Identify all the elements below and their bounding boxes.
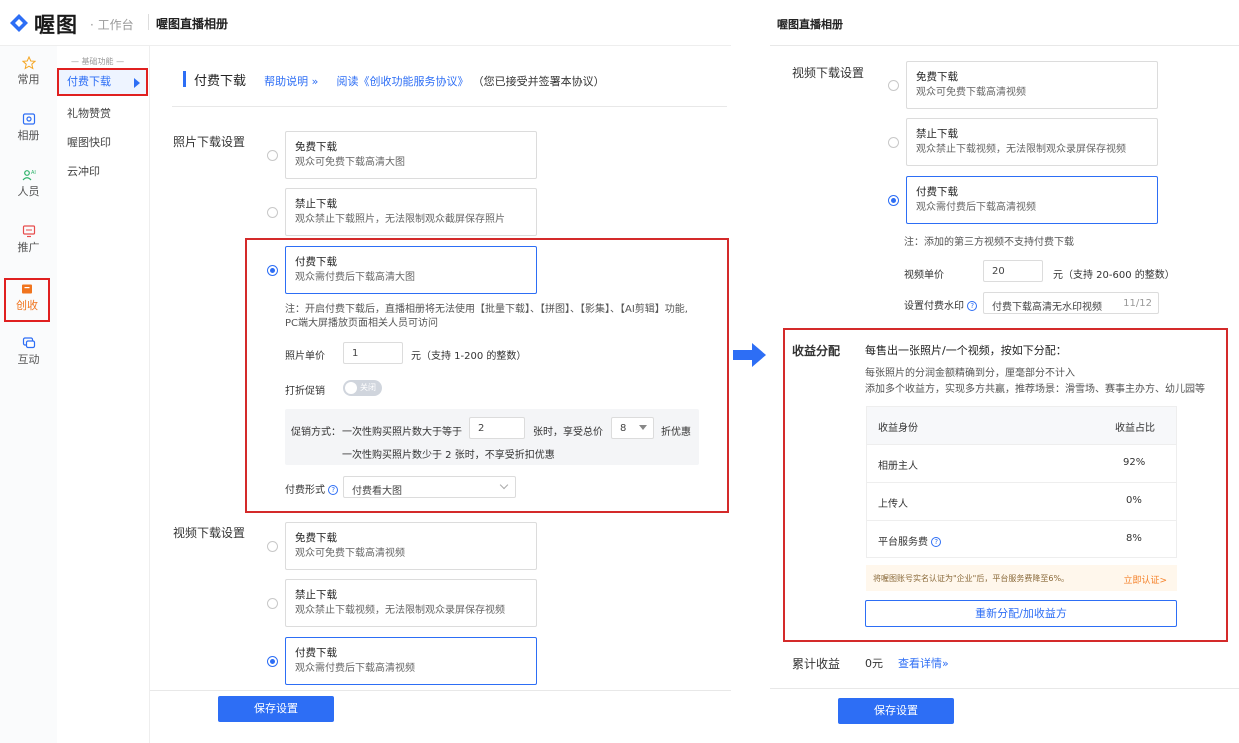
rail-label: 相册 [17, 129, 40, 142]
album-title: 喔图直播相册 [156, 17, 229, 31]
photo-forbid-radio[interactable] [267, 207, 278, 218]
rail-item-revenue[interactable]: 创收 [4, 278, 50, 322]
caret-right-icon [134, 78, 140, 88]
photo-paid-highlight [245, 238, 729, 513]
video-price-input[interactable]: 20 [983, 260, 1043, 282]
revenue-icon [22, 284, 32, 294]
rail-item-album[interactable]: 相册 [0, 112, 57, 143]
sub-menu: — 基础功能 — 付费下载 礼物赞赏 喔图快印 云冲印 [57, 46, 150, 743]
left-screenshot: 喔图 · 工作台 喔图直播相册 常用 相册 AI 人员 推广 创收 互动 — 基… [0, 0, 731, 743]
photo-section-label: 照片下载设置 [173, 135, 246, 149]
video-forbid-radio[interactable] [267, 598, 278, 609]
total-revenue-label: 累计收益 [792, 657, 841, 671]
album-icon [22, 113, 35, 125]
right-video-paid-option[interactable]: 付费下载 观众需付费后下载高清视频 [906, 176, 1158, 224]
right-screenshot: 喔图直播相册 视频下载设置 免费下载 观众可免费下载高清视频 禁止下载 观众禁止… [770, 0, 1239, 743]
question-icon[interactable]: ? [967, 301, 978, 311]
total-detail-link[interactable]: 查看详情» [898, 655, 949, 671]
right-album-title: 喔图直播相册 [777, 18, 843, 31]
logo-icon [10, 14, 28, 32]
rail-label: 创收 [16, 299, 38, 312]
right-save-button[interactable]: 保存设置 [838, 698, 954, 724]
submenu-item-gift[interactable]: 礼物赞赏 [67, 105, 111, 121]
right-footer-divider [770, 688, 1239, 689]
video-free-radio[interactable] [267, 541, 278, 552]
video-price-unit: 元（支持 20-600 的整数） [1053, 270, 1175, 281]
title-accent-bar [183, 71, 186, 87]
rail-item-people[interactable]: AI 人员 [0, 168, 57, 199]
agreement-suffix: （您已接受并签署本协议） [472, 75, 605, 88]
right-video-forbid-radio[interactable] [888, 137, 899, 148]
help-link[interactable]: 帮助说明 » [264, 75, 318, 88]
submenu-section-title: — 基础功能 — [71, 57, 125, 66]
rail-label: 人员 [17, 185, 40, 198]
submenu-item-paid-download[interactable]: 付费下载 [57, 68, 148, 96]
photo-free-radio[interactable] [267, 150, 278, 161]
icon-rail: 常用 相册 AI 人员 推广 创收 互动 [0, 46, 57, 743]
submenu-item-cloud-print[interactable]: 云冲印 [67, 163, 100, 179]
people-icon: AI [22, 170, 36, 181]
submenu-item-quick-print[interactable]: 喔图快印 [67, 134, 111, 150]
svg-text:AI: AI [31, 170, 36, 176]
interact-icon [22, 337, 35, 349]
video-free-option[interactable]: 免费下载 观众可免费下载高清视频 [285, 522, 537, 570]
video-price-label: 视频单价 [904, 270, 944, 281]
page-title: 付费下载 [194, 74, 247, 89]
right-header-divider [770, 45, 1239, 46]
logo-text: 喔图 [34, 13, 78, 37]
rail-item-common[interactable]: 常用 [0, 56, 57, 87]
right-video-paid-radio[interactable] [888, 195, 899, 206]
star-icon [21, 56, 36, 70]
watermark-count: 11/12 [1123, 298, 1152, 309]
rail-label: 互动 [17, 353, 40, 366]
arrow-right-icon [733, 343, 766, 367]
right-video-forbid-option[interactable]: 禁止下载 观众禁止下载视频，无法限制观众录屏保存视频 [906, 118, 1158, 166]
right-video-free-radio[interactable] [888, 80, 899, 91]
right-video-free-option[interactable]: 免费下载 观众可免费下载高清视频 [906, 61, 1158, 109]
photo-free-option[interactable]: 免费下载 观众可免费下载高清大图 [285, 131, 537, 179]
total-revenue-value: 0元 [865, 657, 883, 670]
top-bar: 喔图 · 工作台 喔图直播相册 [0, 0, 731, 46]
revenue-highlight [783, 328, 1228, 642]
video-paid-option[interactable]: 付费下载 观众需付费后下载高清视频 [285, 637, 537, 685]
video-forbid-option[interactable]: 禁止下载 观众禁止下载视频，无法限制观众录屏保存视频 [285, 579, 537, 627]
workspace-label: · 工作台 [90, 18, 134, 32]
header-divider [172, 106, 727, 107]
footer-divider [150, 690, 731, 691]
page-header: 付费下载 帮助说明 » 阅读《创收功能服务协议》 （您已接受并签署本协议） [183, 70, 605, 89]
right-video-note: 注：添加的第三方视频不支持付费下载 [904, 237, 1074, 248]
watermark-input[interactable]: 付费下载高清无水印视频 11/12 [983, 292, 1159, 314]
watermark-label: 设置付费水印 ? [904, 297, 978, 312]
photo-forbid-option[interactable]: 禁止下载 观众禁止下载照片，无法限制观众截屏保存照片 [285, 188, 537, 236]
video-section-label: 视频下载设置 [173, 526, 246, 540]
rail-item-promote[interactable]: 推广 [0, 224, 57, 255]
promote-icon [22, 225, 35, 238]
divider [148, 14, 149, 30]
agreement-link[interactable]: 阅读《创收功能服务协议》 [337, 75, 469, 88]
save-button[interactable]: 保存设置 [218, 696, 334, 722]
rail-label: 常用 [17, 73, 40, 86]
rail-item-interact[interactable]: 互动 [0, 336, 57, 367]
right-video-section-label: 视频下载设置 [792, 66, 865, 80]
rail-label: 推广 [17, 241, 40, 254]
video-paid-radio[interactable] [267, 656, 278, 667]
